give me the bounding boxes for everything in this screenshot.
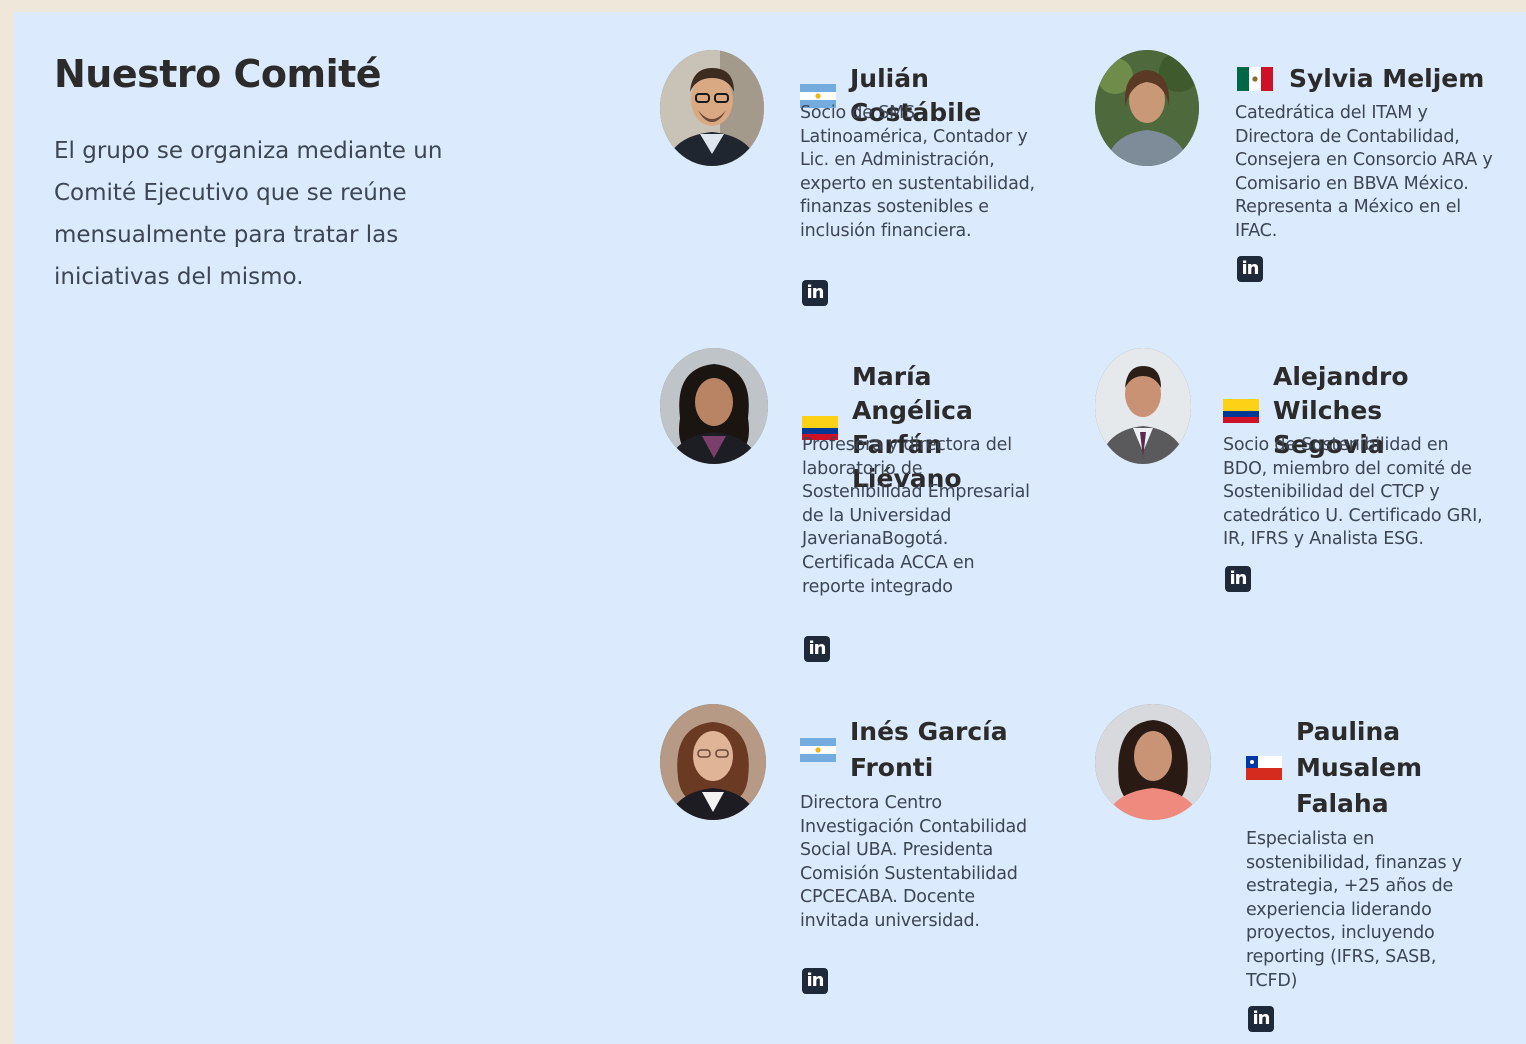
member-header: Inés García Fronti xyxy=(800,714,1030,786)
member-photo xyxy=(1095,348,1191,464)
member-description: Socio de Sostenibilidad en BDO, miembro … xyxy=(1223,435,1483,550)
member-name: Paulina Musalem Falaha xyxy=(1296,717,1423,818)
member-name: Inés García Fronti xyxy=(850,717,1008,782)
member-description: Socio de SMS Latinoamérica, Contador y L… xyxy=(800,103,1035,241)
member-description: Especialista en sostenibilidad, finanzas… xyxy=(1246,829,1462,991)
chile-flag-icon xyxy=(1246,756,1282,780)
member-card: María Angélica Farfán Liévano Profesora … xyxy=(660,348,1060,668)
mexico-flag-icon xyxy=(1235,67,1275,91)
section-intro: El grupo se organiza mediante un Comité … xyxy=(54,138,443,290)
member-photo xyxy=(660,50,764,166)
member-photo xyxy=(660,704,766,820)
member-card: Sylvia Meljem Catedrática del ITAM y Dir… xyxy=(1095,50,1515,290)
member-photo-illustration xyxy=(660,50,764,166)
linkedin-icon[interactable]: in xyxy=(802,280,828,306)
member-header: Paulina Musalem Falaha xyxy=(1246,714,1446,822)
member-photo-illustration xyxy=(1095,50,1199,166)
linkedin-icon[interactable]: in xyxy=(802,968,828,994)
argentina-flag-icon xyxy=(800,738,836,762)
section-title: Nuestro Comité xyxy=(54,52,382,96)
member-photo xyxy=(1095,704,1211,820)
linkedin-icon[interactable]: in xyxy=(1225,566,1251,592)
member-header: Sylvia Meljem xyxy=(1235,62,1515,96)
member-photo xyxy=(1095,50,1199,166)
linkedin-icon[interactable]: in xyxy=(1248,1006,1274,1032)
colombia-flag-icon xyxy=(1223,399,1259,423)
member-card: Alejandro Wilches Segovia Socio de Soste… xyxy=(1095,348,1515,608)
member-description: Profesora y directora del laboratorio de… xyxy=(802,435,1030,597)
member-name: Sylvia Meljem xyxy=(1289,64,1485,93)
member-photo-illustration xyxy=(1095,704,1211,820)
committee-section: Nuestro Comité El grupo se organiza medi… xyxy=(14,12,1526,1044)
member-photo-illustration xyxy=(1095,348,1191,464)
member-description: Catedrática del ITAM y Directora de Cont… xyxy=(1235,103,1493,241)
member-photo-illustration xyxy=(660,348,768,464)
member-card: Inés García Fronti Directora Centro Inve… xyxy=(660,704,1060,1004)
member-card: Paulina Musalem Falaha Especialista en s… xyxy=(1095,704,1515,1044)
member-card: Julián Costábile Socio de SMS Latinoamér… xyxy=(660,50,1060,310)
member-description: Directora Centro Investigación Contabili… xyxy=(800,793,1027,931)
linkedin-icon[interactable]: in xyxy=(804,636,830,662)
member-photo xyxy=(660,348,768,464)
linkedin-icon[interactable]: in xyxy=(1237,256,1263,282)
member-photo-illustration xyxy=(660,704,766,820)
